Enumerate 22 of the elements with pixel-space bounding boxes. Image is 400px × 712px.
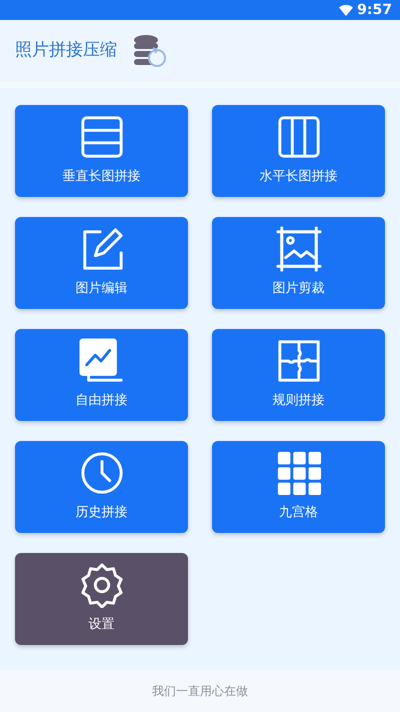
feature-tile[interactable]: 垂直长图拼接 [15, 105, 188, 197]
feature-tile[interactable]: 图片编辑 [15, 217, 188, 309]
feature-tile[interactable]: 图片剪裁 [212, 217, 385, 309]
image-crop-icon [276, 226, 322, 272]
feature-tile[interactable]: 规则拼接 [212, 329, 385, 421]
puzzle-icon [276, 338, 322, 384]
database-refresh-icon [133, 34, 167, 68]
photos-icon [78, 338, 124, 384]
rows-icon [78, 114, 124, 160]
status-time: 9:57 [357, 3, 392, 17]
columns-icon [276, 114, 322, 160]
clock-icon [78, 450, 124, 496]
feature-tile[interactable]: 自由拼接 [15, 329, 188, 421]
feature-tile[interactable]: 水平长图拼接 [212, 105, 385, 197]
settings-icon [78, 562, 124, 608]
app-title: 照片拼接压缩 [15, 39, 117, 62]
grid-icon [276, 450, 322, 496]
feature-tile[interactable]: 设置 [15, 553, 188, 645]
feature-tile[interactable]: 历史拼接 [15, 441, 188, 533]
footer-slogan: 我们一直用心在做 [152, 683, 248, 700]
wifi-icon [339, 4, 354, 16]
feature-tile[interactable]: 九宫格 [212, 441, 385, 533]
